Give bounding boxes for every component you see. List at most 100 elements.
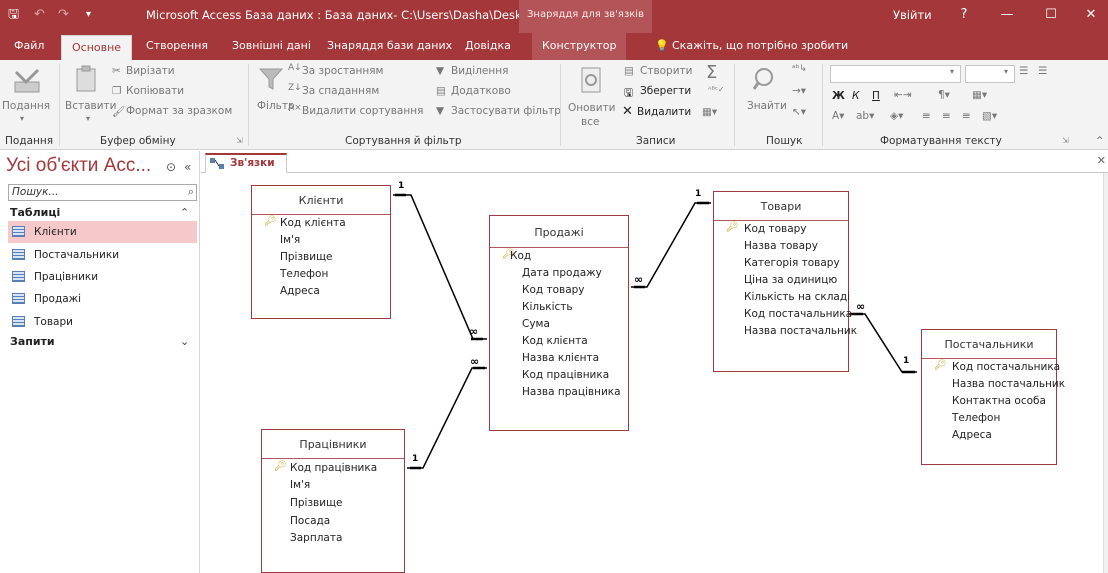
sort-ascending-button[interactable]: За зростанням bbox=[302, 65, 383, 77]
align-left-icon[interactable]: ≡ bbox=[922, 110, 931, 122]
close-document-icon[interactable]: ✕ bbox=[1097, 154, 1106, 167]
font-color-icon[interactable]: A▾ bbox=[832, 110, 844, 122]
field-item[interactable]: Код товару bbox=[522, 284, 585, 296]
tab-help[interactable]: Довідка bbox=[465, 33, 511, 60]
table-box-goods[interactable]: Товари 🔑︎ Код товару Назва товару Катего… bbox=[713, 191, 857, 372]
paragraph-icon[interactable]: ¶▾ bbox=[938, 89, 950, 101]
field-item[interactable]: Код працівника bbox=[522, 369, 609, 381]
field-item[interactable]: Телефон bbox=[952, 412, 1000, 424]
field-item[interactable]: Код постачальника bbox=[952, 361, 1060, 373]
refresh-all-label-2[interactable]: все bbox=[581, 116, 599, 128]
indent-icon[interactable]: ⇤⇥ bbox=[894, 89, 912, 101]
underline-button[interactable]: П bbox=[872, 90, 880, 102]
advanced-icon[interactable]: ▤ bbox=[436, 85, 446, 97]
nav-pane-title[interactable]: Усі об'єкти Acc... bbox=[6, 155, 151, 177]
field-item[interactable]: Ім'я bbox=[280, 234, 300, 246]
delete-icon[interactable]: ✕ bbox=[622, 104, 633, 119]
bold-button[interactable]: Ж bbox=[832, 90, 845, 102]
field-item[interactable]: Адреса bbox=[952, 429, 992, 441]
field-item[interactable]: Код клієнта bbox=[522, 335, 588, 347]
view-button[interactable]: Подання bbox=[2, 100, 50, 112]
totals-icon[interactable]: Σ bbox=[706, 62, 717, 83]
field-item[interactable]: Назва постачальник bbox=[744, 325, 857, 337]
alternate-row-icon[interactable]: ▧▾ bbox=[982, 110, 997, 122]
tell-me-box[interactable]: Скажіть, що потрібно зробити bbox=[672, 33, 848, 60]
tab-create[interactable]: Створення bbox=[146, 33, 208, 60]
chevron-up-icon[interactable]: ⌃ bbox=[180, 206, 189, 219]
save-record-icon[interactable]: 🖫 bbox=[624, 85, 633, 103]
redo-icon[interactable]: ↷ bbox=[58, 0, 69, 33]
field-item[interactable]: Прізвище bbox=[290, 497, 342, 509]
tab-design[interactable]: Конструктор bbox=[532, 33, 627, 60]
relation-employees-sales[interactable] bbox=[407, 367, 487, 469]
replace-icon[interactable]: ᵃᵇ↳ bbox=[792, 64, 807, 74]
close-button[interactable]: ✕ bbox=[1072, 0, 1108, 33]
field-item[interactable]: Сума bbox=[522, 318, 550, 330]
field-item[interactable]: Посада bbox=[290, 515, 330, 527]
text-formatting-launcher-icon[interactable]: ⇲ bbox=[1062, 136, 1069, 145]
help-button[interactable]: ? bbox=[945, 0, 983, 33]
toggle-filter-icon[interactable]: ▼ bbox=[436, 105, 444, 117]
format-painter-icon[interactable]: 🖌 bbox=[112, 105, 125, 118]
delete-button[interactable]: Видалити bbox=[637, 106, 691, 118]
selection-button[interactable]: Виділення bbox=[451, 65, 508, 77]
sort-descending-icon[interactable]: Z↓ bbox=[288, 83, 302, 93]
font-size-dropdown-icon[interactable]: ▾ bbox=[1004, 67, 1008, 76]
table-box-employees[interactable]: Працівники 🔑︎ Код працівника Ім'я Прізви… bbox=[261, 429, 405, 573]
nav-menu-icon[interactable]: ⊙ bbox=[166, 160, 176, 174]
nav-item-sales[interactable]: Продажі bbox=[8, 288, 197, 310]
maximize-button[interactable]: ☐ bbox=[1032, 0, 1070, 33]
select-icon[interactable]: ↖▾ bbox=[792, 106, 806, 118]
field-item[interactable]: Ім'я bbox=[290, 479, 310, 491]
new-record-button[interactable]: Створити bbox=[640, 65, 693, 77]
nav-item-employees[interactable]: Працівники bbox=[8, 266, 197, 288]
align-right-icon[interactable]: ≡ bbox=[962, 110, 971, 122]
field-item[interactable]: Назва клієнта bbox=[522, 352, 599, 364]
field-item[interactable]: Зарплата bbox=[290, 532, 342, 544]
goto-icon[interactable]: →▾ bbox=[792, 85, 806, 97]
cut-button[interactable]: Вирізати bbox=[126, 65, 175, 77]
sort-ascending-icon[interactable]: A↓ bbox=[288, 63, 302, 73]
tab-home[interactable]: Основне bbox=[61, 35, 133, 60]
field-item[interactable]: Ціна за одиницю bbox=[744, 274, 837, 286]
remove-sort-button[interactable]: Видалити сортування bbox=[302, 105, 423, 117]
save-record-button[interactable]: Зберегти bbox=[640, 85, 691, 97]
field-item[interactable]: Кількість bbox=[522, 301, 573, 313]
field-item[interactable]: Контактна особа bbox=[952, 395, 1046, 407]
font-name-dropdown-icon[interactable]: ▾ bbox=[950, 67, 954, 76]
nav-group-queries[interactable]: Запити bbox=[10, 335, 55, 348]
field-item[interactable]: Категорія товару bbox=[744, 257, 840, 269]
tab-relationships[interactable]: Зв'язки bbox=[205, 153, 287, 173]
field-item[interactable]: Назва постачальник bbox=[952, 378, 1065, 390]
remove-sort-icon[interactable]: A⨯ bbox=[288, 103, 302, 113]
cut-icon[interactable]: ✂ bbox=[112, 65, 121, 77]
field-item[interactable]: Код працівника bbox=[290, 462, 377, 474]
nav-item-clients[interactable]: Клієнти bbox=[8, 221, 197, 243]
chevron-down-icon[interactable]: ⌄ bbox=[180, 335, 189, 348]
nav-item-suppliers[interactable]: Постачальники bbox=[8, 244, 197, 266]
fill-color-icon[interactable]: ◈▾ bbox=[890, 110, 903, 122]
copy-icon[interactable]: ❐ bbox=[112, 85, 121, 97]
toggle-filter-button[interactable]: Застосувати фільтр bbox=[451, 105, 561, 117]
clipboard-launcher-icon[interactable]: ⇲ bbox=[236, 136, 243, 145]
table-box-sales[interactable]: Продажі 🔑︎ Код Дата продажу Код товару К… bbox=[489, 215, 629, 431]
align-center-icon[interactable]: ≡ bbox=[942, 110, 951, 122]
customize-qat-icon[interactable]: ▾ bbox=[86, 0, 91, 33]
field-item[interactable]: Назва товару bbox=[744, 240, 818, 252]
table-box-suppliers[interactable]: Постачальники 🔑︎ Код постачальника Назва… bbox=[921, 329, 1065, 465]
nav-group-tables[interactable]: Таблиці bbox=[10, 206, 60, 219]
signin-link[interactable]: Увійти bbox=[893, 0, 932, 33]
search-icon[interactable]: ⌕ bbox=[188, 185, 194, 199]
highlight-icon[interactable]: ab▾ bbox=[856, 110, 874, 122]
field-item[interactable]: Код клієнта bbox=[280, 217, 346, 229]
find-button[interactable]: Знайти bbox=[747, 100, 787, 112]
vertical-scrollbar[interactable] bbox=[1103, 173, 1108, 573]
advanced-button[interactable]: Додатково bbox=[451, 85, 511, 97]
nav-collapse-icon[interactable]: « bbox=[184, 160, 191, 174]
spelling-icon[interactable]: ᴬᴮᶜ✓ bbox=[708, 85, 725, 94]
format-painter-button[interactable]: Формат за зразком bbox=[126, 105, 232, 117]
bullets-icon[interactable]: ☰ bbox=[1019, 65, 1028, 77]
field-item[interactable]: Кількість на складі bbox=[744, 291, 850, 303]
undo-icon[interactable]: ↶ bbox=[34, 0, 45, 33]
paste-button[interactable]: Вставити bbox=[65, 100, 116, 112]
